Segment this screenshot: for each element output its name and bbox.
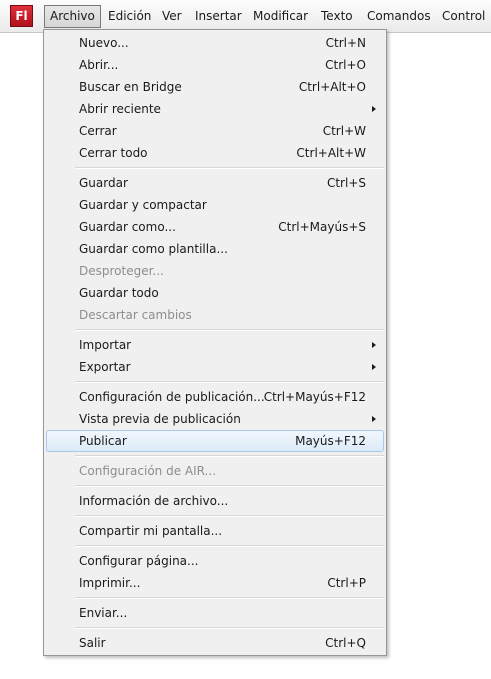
menu-separator bbox=[75, 381, 384, 383]
menu-item-guardar-y-compactar[interactable]: Guardar y compactar bbox=[46, 194, 384, 216]
menu-item-label: Abrir... bbox=[79, 58, 119, 72]
menu-item-shortcut: Ctrl+W bbox=[322, 124, 366, 138]
submenu-arrow-icon bbox=[372, 416, 376, 422]
menu-item-abrir[interactable]: Abrir... Ctrl+O bbox=[46, 54, 384, 76]
menu-separator bbox=[75, 545, 384, 547]
menu-item-label: Enviar... bbox=[79, 606, 128, 620]
menu-item-guardar-como[interactable]: Guardar como... Ctrl+Mayús+S bbox=[46, 216, 384, 238]
menu-item-label: Configuración de AIR... bbox=[79, 464, 217, 478]
menu-separator bbox=[75, 597, 384, 599]
menu-item-label: Guardar como plantilla... bbox=[79, 242, 228, 256]
menu-item-enviar[interactable]: Enviar... bbox=[46, 602, 384, 624]
menu-insertar[interactable]: Insertar bbox=[195, 5, 242, 28]
menu-control[interactable]: Control bbox=[442, 5, 485, 28]
menu-item-buscar-en-bridge[interactable]: Buscar en Bridge Ctrl+Alt+O bbox=[46, 76, 384, 98]
menu-separator bbox=[75, 485, 384, 487]
menu-item-imprimir[interactable]: Imprimir... Ctrl+P bbox=[46, 572, 384, 594]
menu-item-cerrar[interactable]: Cerrar Ctrl+W bbox=[46, 120, 384, 142]
submenu-arrow-icon bbox=[372, 364, 376, 370]
menu-edicion[interactable]: Edición bbox=[108, 5, 151, 28]
menu-modificar[interactable]: Modificar bbox=[253, 5, 308, 28]
menu-comandos[interactable]: Comandos bbox=[367, 5, 431, 28]
menu-item-shortcut: Ctrl+Mayús+S bbox=[278, 220, 366, 234]
menu-item-shortcut: Ctrl+O bbox=[325, 58, 366, 72]
menu-item-label: Guardar todo bbox=[79, 286, 159, 300]
menu-item-descartar-cambios: Descartar cambios bbox=[46, 304, 384, 326]
menu-item-configurar-pagina[interactable]: Configurar página... bbox=[46, 550, 384, 572]
menu-item-label: Cerrar todo bbox=[79, 146, 148, 160]
submenu-arrow-icon bbox=[372, 342, 376, 348]
menu-item-cerrar-todo[interactable]: Cerrar todo Ctrl+Alt+W bbox=[46, 142, 384, 164]
menu-item-label: Cerrar bbox=[79, 124, 117, 138]
menu-item-importar[interactable]: Importar bbox=[46, 334, 384, 356]
menu-item-guardar-todo[interactable]: Guardar todo bbox=[46, 282, 384, 304]
menu-item-salir[interactable]: Salir Ctrl+Q bbox=[46, 632, 384, 654]
menu-separator bbox=[75, 455, 384, 457]
menu-item-label: Descartar cambios bbox=[79, 308, 192, 322]
menu-item-compartir-pantalla[interactable]: Compartir mi pantalla... bbox=[46, 520, 384, 542]
menu-separator bbox=[75, 515, 384, 517]
menu-item-label: Guardar bbox=[79, 176, 128, 190]
menu-item-informacion-archivo[interactable]: Información de archivo... bbox=[46, 490, 384, 512]
menu-item-desproteger: Desproteger... bbox=[46, 260, 384, 282]
menu-item-publicar[interactable]: Publicar Mayús+F12 bbox=[46, 430, 384, 452]
menu-item-label: Información de archivo... bbox=[79, 494, 229, 508]
menu-ver[interactable]: Ver bbox=[162, 5, 182, 28]
menu-item-shortcut: Ctrl+P bbox=[327, 576, 366, 590]
menu-item-label: Vista previa de publicación bbox=[79, 412, 241, 426]
menu-item-nuevo[interactable]: Nuevo... Ctrl+N bbox=[46, 32, 384, 54]
menu-item-exportar[interactable]: Exportar bbox=[46, 356, 384, 378]
menu-item-label: Importar bbox=[79, 338, 132, 352]
menu-item-label: Exportar bbox=[79, 360, 131, 374]
menu-item-label: Guardar como... bbox=[79, 220, 176, 234]
menu-item-shortcut: Ctrl+Mayús+F12 bbox=[263, 390, 366, 404]
menu-item-label: Configurar página... bbox=[79, 554, 199, 568]
menu-item-label: Configuración de publicación... bbox=[79, 390, 265, 404]
menu-item-guardar-como-plantilla[interactable]: Guardar como plantilla... bbox=[46, 238, 384, 260]
menu-item-configuracion-air: Configuración de AIR... bbox=[46, 460, 384, 482]
menu-item-shortcut: Ctrl+S bbox=[326, 176, 366, 190]
menu-item-label: Desproteger... bbox=[79, 264, 164, 278]
menu-separator bbox=[75, 167, 384, 169]
menu-item-label: Compartir mi pantalla... bbox=[79, 524, 223, 538]
menu-item-shortcut: Ctrl+Alt+O bbox=[298, 80, 366, 94]
archivo-dropdown-menu: Nuevo... Ctrl+N Abrir... Ctrl+O Buscar e… bbox=[43, 29, 387, 656]
menu-item-label: Salir bbox=[79, 636, 106, 650]
menu-item-label: Imprimir... bbox=[79, 576, 141, 590]
flash-logo-icon: Fl bbox=[10, 5, 33, 27]
menu-item-label: Publicar bbox=[79, 434, 127, 448]
menu-item-abrir-reciente[interactable]: Abrir reciente bbox=[46, 98, 384, 120]
menu-item-label: Nuevo... bbox=[79, 36, 129, 50]
menu-item-label: Abrir reciente bbox=[79, 102, 161, 116]
menu-item-label: Buscar en Bridge bbox=[79, 80, 182, 94]
menu-item-shortcut: Ctrl+N bbox=[325, 36, 366, 50]
menu-item-label: Guardar y compactar bbox=[79, 198, 207, 212]
menu-separator bbox=[75, 627, 384, 629]
menu-separator bbox=[75, 329, 384, 331]
menu-archivo[interactable]: Archivo bbox=[44, 5, 101, 28]
menu-item-shortcut: Ctrl+Alt+W bbox=[296, 146, 366, 160]
menu-texto[interactable]: Texto bbox=[321, 5, 353, 28]
menu-item-configuracion-publicacion[interactable]: Configuración de publicación... Ctrl+May… bbox=[46, 386, 384, 408]
menu-item-guardar[interactable]: Guardar Ctrl+S bbox=[46, 172, 384, 194]
menu-item-shortcut: Mayús+F12 bbox=[295, 434, 366, 448]
menu-item-shortcut: Ctrl+Q bbox=[325, 636, 366, 650]
menu-item-vista-previa-publicacion[interactable]: Vista previa de publicación bbox=[46, 408, 384, 430]
submenu-arrow-icon bbox=[372, 106, 376, 112]
